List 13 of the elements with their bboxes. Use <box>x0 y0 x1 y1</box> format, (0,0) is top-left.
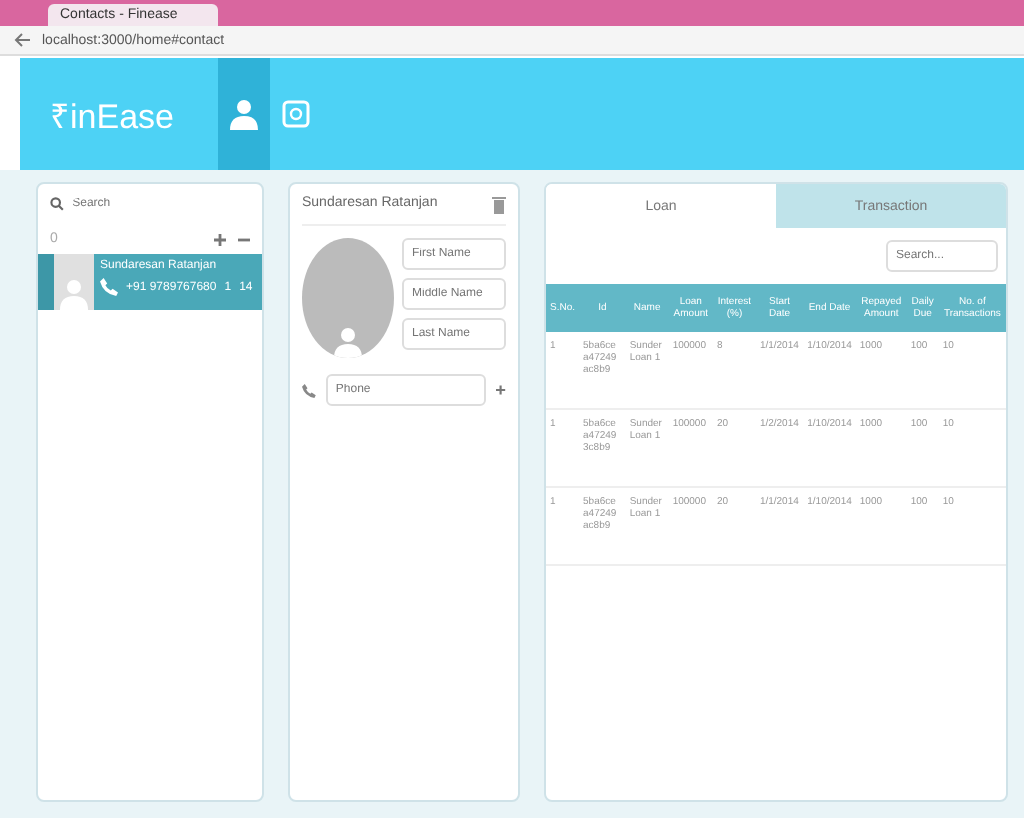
cash-icon <box>281 100 310 128</box>
avatar-icon <box>60 278 88 310</box>
user-icon <box>229 98 258 130</box>
add-icon[interactable] <box>496 384 506 396</box>
app-logo: ₹inEase <box>48 95 176 137</box>
add-icon[interactable] <box>214 233 226 245</box>
search-icon <box>50 196 65 212</box>
back-icon[interactable] <box>12 30 32 50</box>
nav-tab[interactable] <box>217 58 270 170</box>
phone-icon <box>100 278 118 296</box>
phone-icon <box>302 381 316 399</box>
trash-icon[interactable] <box>492 196 506 214</box>
avatar-icon <box>334 326 362 358</box>
